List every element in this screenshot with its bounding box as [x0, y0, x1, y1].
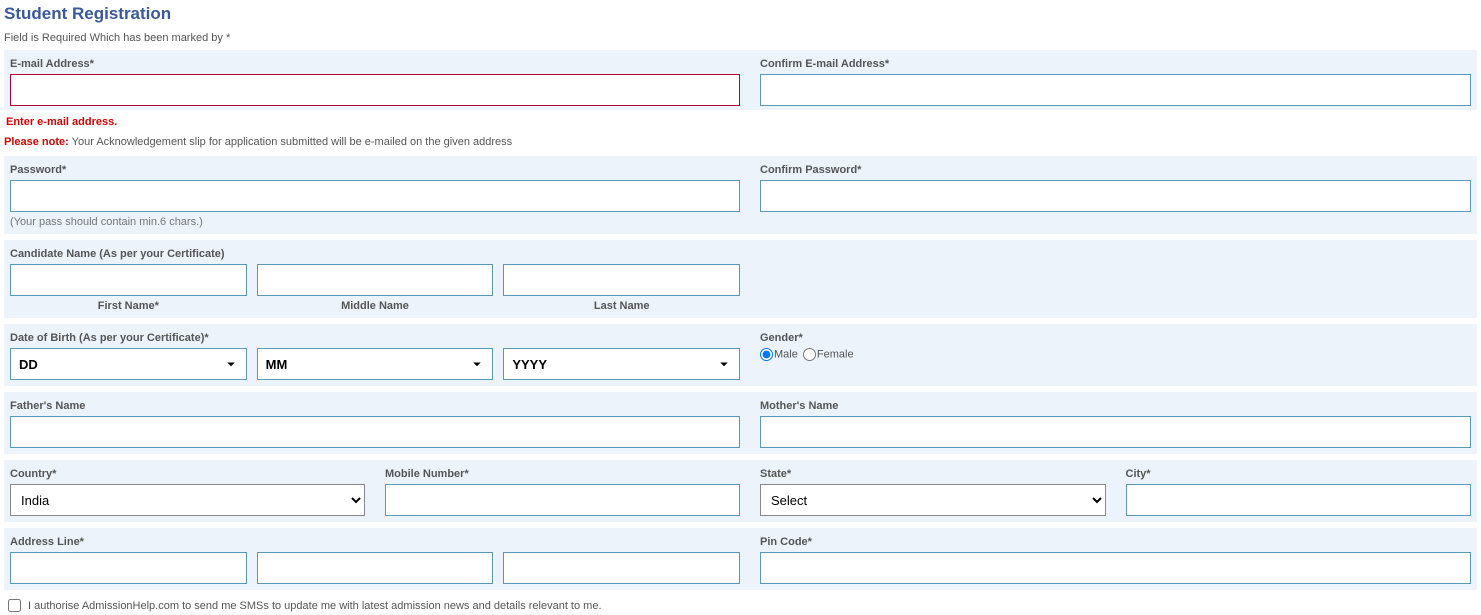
father-name-input[interactable]	[10, 416, 740, 448]
gender-female-radio[interactable]	[803, 348, 816, 361]
password-label: Password*	[10, 164, 740, 176]
last-name-input[interactable]	[503, 264, 740, 296]
email-input[interactable]	[10, 74, 740, 106]
authorise-text: I authorise AdmissionHelp.com to send me…	[28, 600, 602, 612]
pincode-input[interactable]	[760, 552, 1471, 584]
gender-male-radio[interactable]	[760, 348, 773, 361]
city-label: City*	[1126, 468, 1472, 480]
state-label: State*	[760, 468, 1106, 480]
section-name: Candidate Name (As per your Certificate)…	[4, 240, 1477, 318]
section-password: Password* (Your pass should contain min.…	[4, 156, 1477, 234]
state-select[interactable]: Select	[760, 484, 1106, 516]
gender-radio-group: Male Female	[760, 348, 1471, 361]
country-select[interactable]: India	[10, 484, 365, 516]
city-input[interactable]	[1126, 484, 1472, 516]
gender-male-label: Male	[774, 348, 798, 360]
mother-name-label: Mother's Name	[760, 400, 1471, 412]
address-line1-input[interactable]	[10, 552, 247, 584]
please-note: Please note: Your Acknowledgement slip f…	[4, 136, 1477, 148]
dob-label: Date of Birth (As per your Certificate)*	[10, 332, 740, 344]
confirm-password-input[interactable]	[760, 180, 1471, 212]
email-label: E-mail Address*	[10, 58, 740, 70]
confirm-email-input[interactable]	[760, 74, 1471, 106]
mother-name-input[interactable]	[760, 416, 1471, 448]
section-parents: Father's Name Mother's Name	[4, 392, 1477, 454]
please-note-text: Your Acknowledgement slip for applicatio…	[69, 136, 512, 148]
last-name-sublabel: Last Name	[503, 300, 740, 312]
authorise-checkbox[interactable]	[8, 599, 21, 612]
mobile-label: Mobile Number*	[385, 468, 740, 480]
gender-label: Gender*	[760, 332, 1471, 344]
first-name-input[interactable]	[10, 264, 247, 296]
section-location: Country* India Mobile Number* State* Sel…	[4, 460, 1477, 522]
father-name-label: Father's Name	[10, 400, 740, 412]
middle-name-sublabel: Middle Name	[257, 300, 494, 312]
pincode-label: Pin Code*	[760, 536, 1471, 548]
mobile-input[interactable]	[385, 484, 740, 516]
gender-female-label: Female	[817, 348, 854, 360]
address-label: Address Line*	[10, 536, 740, 548]
confirm-email-label: Confirm E-mail Address*	[760, 58, 1471, 70]
required-note: Field is Required Which has been marked …	[4, 32, 1477, 44]
dob-month-select[interactable]: MM	[257, 348, 494, 380]
email-error: Enter e-mail address.	[4, 110, 734, 134]
country-label: Country*	[10, 468, 365, 480]
section-dob-gender: Date of Birth (As per your Certificate)*…	[4, 324, 1477, 386]
address-line2-input[interactable]	[257, 552, 494, 584]
password-hint: (Your pass should contain min.6 chars.)	[10, 216, 740, 228]
dob-year-select[interactable]: YYYY	[503, 348, 740, 380]
password-input[interactable]	[10, 180, 740, 212]
middle-name-input[interactable]	[257, 264, 494, 296]
confirm-password-label: Confirm Password*	[760, 164, 1471, 176]
dob-day-select[interactable]: DD	[10, 348, 247, 380]
please-note-prefix: Please note:	[4, 136, 69, 148]
section-address: Address Line* Pin Code*	[4, 528, 1477, 590]
page-title: Student Registration	[4, 4, 1477, 24]
section-email: E-mail Address* Confirm E-mail Address*	[4, 50, 1477, 110]
first-name-sublabel: First Name*	[10, 300, 247, 312]
address-line3-input[interactable]	[503, 552, 740, 584]
name-section-label: Candidate Name (As per your Certificate)	[10, 248, 740, 260]
